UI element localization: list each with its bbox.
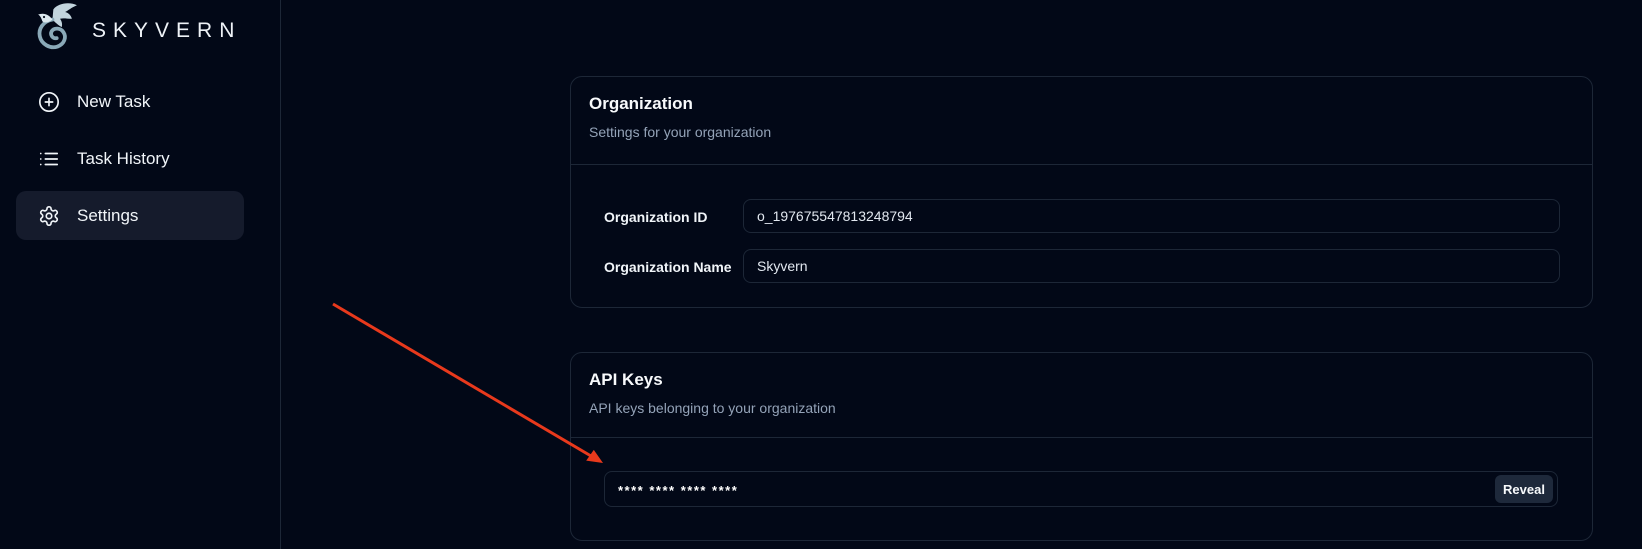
organization-id-label: Organization ID	[604, 209, 707, 225]
skyvern-dragon-logo-icon	[28, 1, 82, 60]
organization-id-input[interactable]	[743, 199, 1560, 233]
brand: SKYVERN	[28, 2, 241, 58]
organization-card: Organization Settings for your organizat…	[570, 76, 1593, 308]
divider	[571, 437, 1592, 438]
api-keys-card: API Keys API keys belonging to your orga…	[570, 352, 1593, 541]
sidebar-item-settings[interactable]: Settings	[16, 191, 244, 240]
organization-card-subtitle: Settings for your organization	[589, 124, 771, 140]
api-keys-card-title: API Keys	[589, 370, 663, 390]
sidebar-item-task-history[interactable]: Task History	[16, 134, 244, 183]
plus-circle-icon	[38, 91, 60, 113]
sidebar-item-new-task[interactable]: New Task	[16, 77, 244, 126]
sidebar: SKYVERN New Task Task History Settings	[0, 0, 281, 549]
gear-icon	[38, 205, 60, 227]
organization-name-label: Organization Name	[604, 259, 732, 275]
api-key-masked-value: **** **** **** ****	[618, 481, 1495, 498]
list-icon	[38, 148, 60, 170]
brand-name: SKYVERN	[92, 17, 241, 43]
api-keys-card-subtitle: API keys belonging to your organization	[589, 400, 836, 416]
reveal-button[interactable]: Reveal	[1495, 475, 1553, 503]
sidebar-item-label: Task History	[77, 149, 170, 169]
sidebar-item-label: Settings	[77, 206, 138, 226]
api-key-field[interactable]: **** **** **** **** Reveal	[604, 471, 1558, 507]
organization-card-title: Organization	[589, 94, 693, 114]
sidebar-item-label: New Task	[77, 92, 150, 112]
divider	[571, 164, 1592, 165]
organization-name-input[interactable]	[743, 249, 1560, 283]
